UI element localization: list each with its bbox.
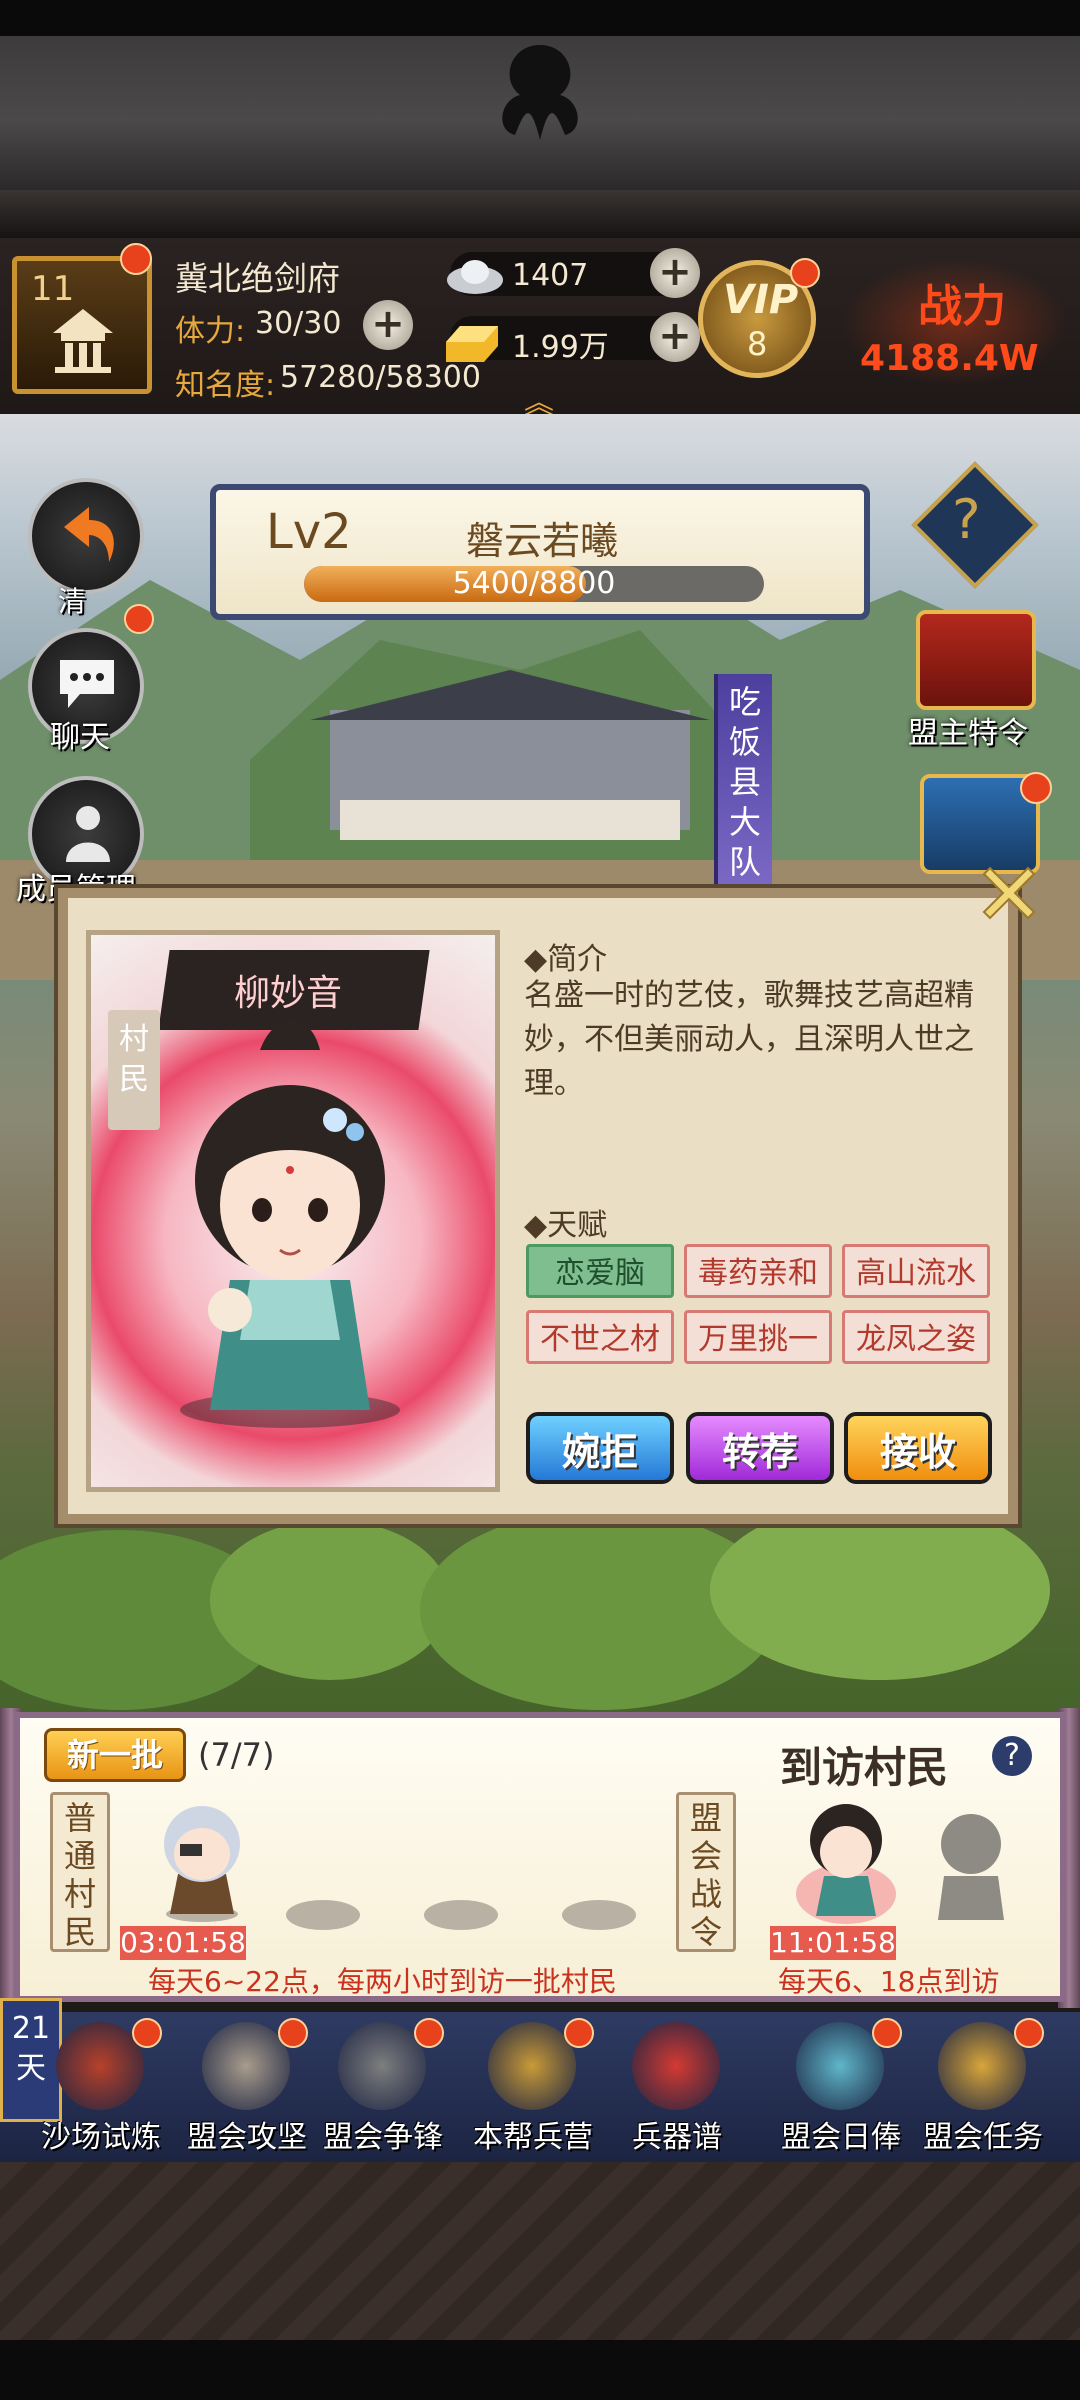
character-figure — [180, 1020, 400, 1428]
empty-villager-slot — [424, 1900, 498, 1930]
add-silver-button[interactable]: + — [650, 248, 700, 298]
empty-villager-slot — [286, 1900, 360, 1930]
leader-order-label: 盟主特令 — [908, 716, 1028, 751]
guild-title-banner: Lv2 磐云若曦 5400/8800 — [210, 484, 870, 620]
nav-item-7[interactable]: 盟会任务 — [918, 2012, 1048, 2162]
vip-level: 8 — [747, 325, 768, 363]
nav-item-label: 盟会攻坚 — [187, 2120, 307, 2155]
guild-exp-text: 5400/8800 — [452, 566, 616, 601]
trial-icon — [56, 2022, 144, 2110]
roof-beam — [0, 190, 1080, 240]
notification-dot — [564, 2018, 594, 2048]
notification-dot — [1014, 2018, 1044, 2048]
accept-button[interactable]: 接收 — [844, 1412, 992, 1484]
add-stamina-button[interactable]: + — [363, 300, 413, 350]
league-villager-avatar[interactable] — [786, 1784, 906, 1924]
villager-avatar[interactable] — [142, 1784, 262, 1924]
nav-item-label: 盟会日俸 — [781, 2120, 901, 2155]
roof-ornament — [502, 45, 578, 140]
talent-tag[interactable]: 龙凤之姿 — [842, 1310, 990, 1364]
talent-tag[interactable]: 恋爱脑 — [526, 1244, 674, 1298]
character-name: 柳妙音 — [234, 973, 343, 1014]
player-avatar[interactable]: 11 — [12, 256, 152, 394]
common-villager-label: 普通村民 — [50, 1792, 110, 1952]
power-value: 4188.4W — [860, 338, 1039, 379]
new-batch-button[interactable]: 新一批 — [44, 1728, 186, 1782]
pavilion-icon — [53, 309, 113, 373]
league-visit-timer: 11:01:58 — [770, 1926, 896, 1960]
chat-bubble-icon — [60, 660, 114, 708]
nav-item-label: 盟会争锋 — [323, 2120, 443, 2155]
money-tree-icon — [796, 2022, 884, 2110]
leader-chest-icon[interactable] — [916, 610, 1036, 710]
guild-name-title: 磐云若曦 — [466, 519, 619, 563]
return-arrow-icon — [64, 507, 114, 562]
intro-text: 名盛一时的艺伎，歌舞技艺高超精妙，不但美丽动人，且深明人世之理。 — [524, 978, 974, 1101]
stamina-label: 体力: — [175, 314, 246, 349]
league-schedule-text: 每天6、18点到访 — [778, 1965, 1000, 1998]
notification-dot — [1020, 772, 1052, 804]
nav-item-label: 盟会任务 — [923, 2120, 1043, 2155]
vip-label: VIP — [723, 277, 799, 323]
nav-item-3[interactable]: 盟会争锋 — [318, 2012, 448, 2162]
player-header: 11 冀北绝剑府 体力: 30/30 + 知名度: 57280/58300 14… — [0, 238, 1080, 421]
nav-item-label: 兵器谱 — [632, 2120, 722, 2155]
trees-foreground — [0, 1500, 1050, 1710]
notification-dot — [132, 2018, 162, 2048]
help-icon: ? — [952, 488, 981, 551]
gong-icon — [338, 2022, 426, 2110]
notification-dot — [124, 604, 154, 634]
nav-item-1[interactable]: 沙场试炼 — [36, 2012, 166, 2162]
return-button[interactable] — [28, 478, 144, 594]
nav-item-label: 沙场试炼 — [41, 2120, 161, 2155]
nav-item-5[interactable]: 兵器谱 — [612, 2012, 742, 2162]
power-label: 战力 — [918, 281, 1006, 332]
locked-villager-silhouette — [938, 1814, 1004, 1920]
recommend-button[interactable]: 转荐 — [686, 1412, 834, 1484]
guild-banner: 吃饭县大队 — [714, 674, 772, 884]
stamina-value: 30/30 — [255, 306, 342, 341]
close-icon[interactable] — [974, 858, 1044, 928]
talent-tag[interactable]: 毒药亲和 — [684, 1244, 832, 1298]
scroll-icon — [938, 2022, 1026, 2110]
helmet-icon — [488, 2022, 576, 2110]
bottom-bar — [0, 2340, 1080, 2400]
return-label: 清 — [58, 585, 87, 618]
notification-dot — [278, 2018, 308, 2048]
members-icon — [66, 806, 110, 862]
notification-dot — [120, 243, 152, 275]
silver-ingot-icon — [447, 260, 503, 294]
nav-item-4[interactable]: 本帮兵营 — [468, 2012, 598, 2162]
chat-label: 聊天 — [50, 720, 110, 755]
guild-exp-bar: 5400/8800 — [304, 566, 764, 602]
guild-banner-name: 吃饭县大队 — [728, 683, 761, 881]
book-icon — [632, 2022, 720, 2110]
notification-dot — [414, 2018, 444, 2048]
talent-tag[interactable]: 高山流水 — [842, 1244, 990, 1298]
notification-dot — [790, 258, 820, 288]
guild-level: Lv2 — [266, 504, 352, 560]
nav-item-2[interactable]: 盟会攻坚 — [182, 2012, 312, 2162]
gold-value: 1.99万 — [512, 330, 609, 365]
player-name: 冀北绝剑府 — [175, 259, 340, 298]
common-schedule-text: 每天6~22点，每两小时到访一批村民 — [148, 1965, 617, 1998]
talent-tag[interactable]: 不世之材 — [526, 1310, 674, 1364]
decline-button[interactable]: 婉拒 — [526, 1412, 674, 1484]
batch-count: (7/7) — [198, 1736, 275, 1774]
talent-heading: ◆天赋 — [524, 1208, 608, 1243]
visitor-help-icon[interactable]: ? — [992, 1736, 1032, 1776]
nav-item-6[interactable]: 盟会日俸 — [776, 2012, 906, 2162]
empty-villager-slot — [562, 1900, 636, 1930]
league-order-label: 盟会战令 — [676, 1792, 736, 1952]
notification-dot — [872, 2018, 902, 2048]
fame-label: 知名度: — [175, 368, 276, 403]
hammer-icon — [202, 2022, 290, 2110]
common-visit-timer: 03:01:58 — [120, 1926, 246, 1960]
talent-tag[interactable]: 万里挑一 — [684, 1310, 832, 1364]
nav-item-label: 本帮兵营 — [473, 2120, 593, 2155]
intro-heading: ◆简介 — [524, 942, 608, 977]
add-gold-button[interactable]: + — [650, 312, 700, 362]
gold-bar-icon — [446, 326, 498, 362]
silver-value: 1407 — [512, 258, 589, 293]
